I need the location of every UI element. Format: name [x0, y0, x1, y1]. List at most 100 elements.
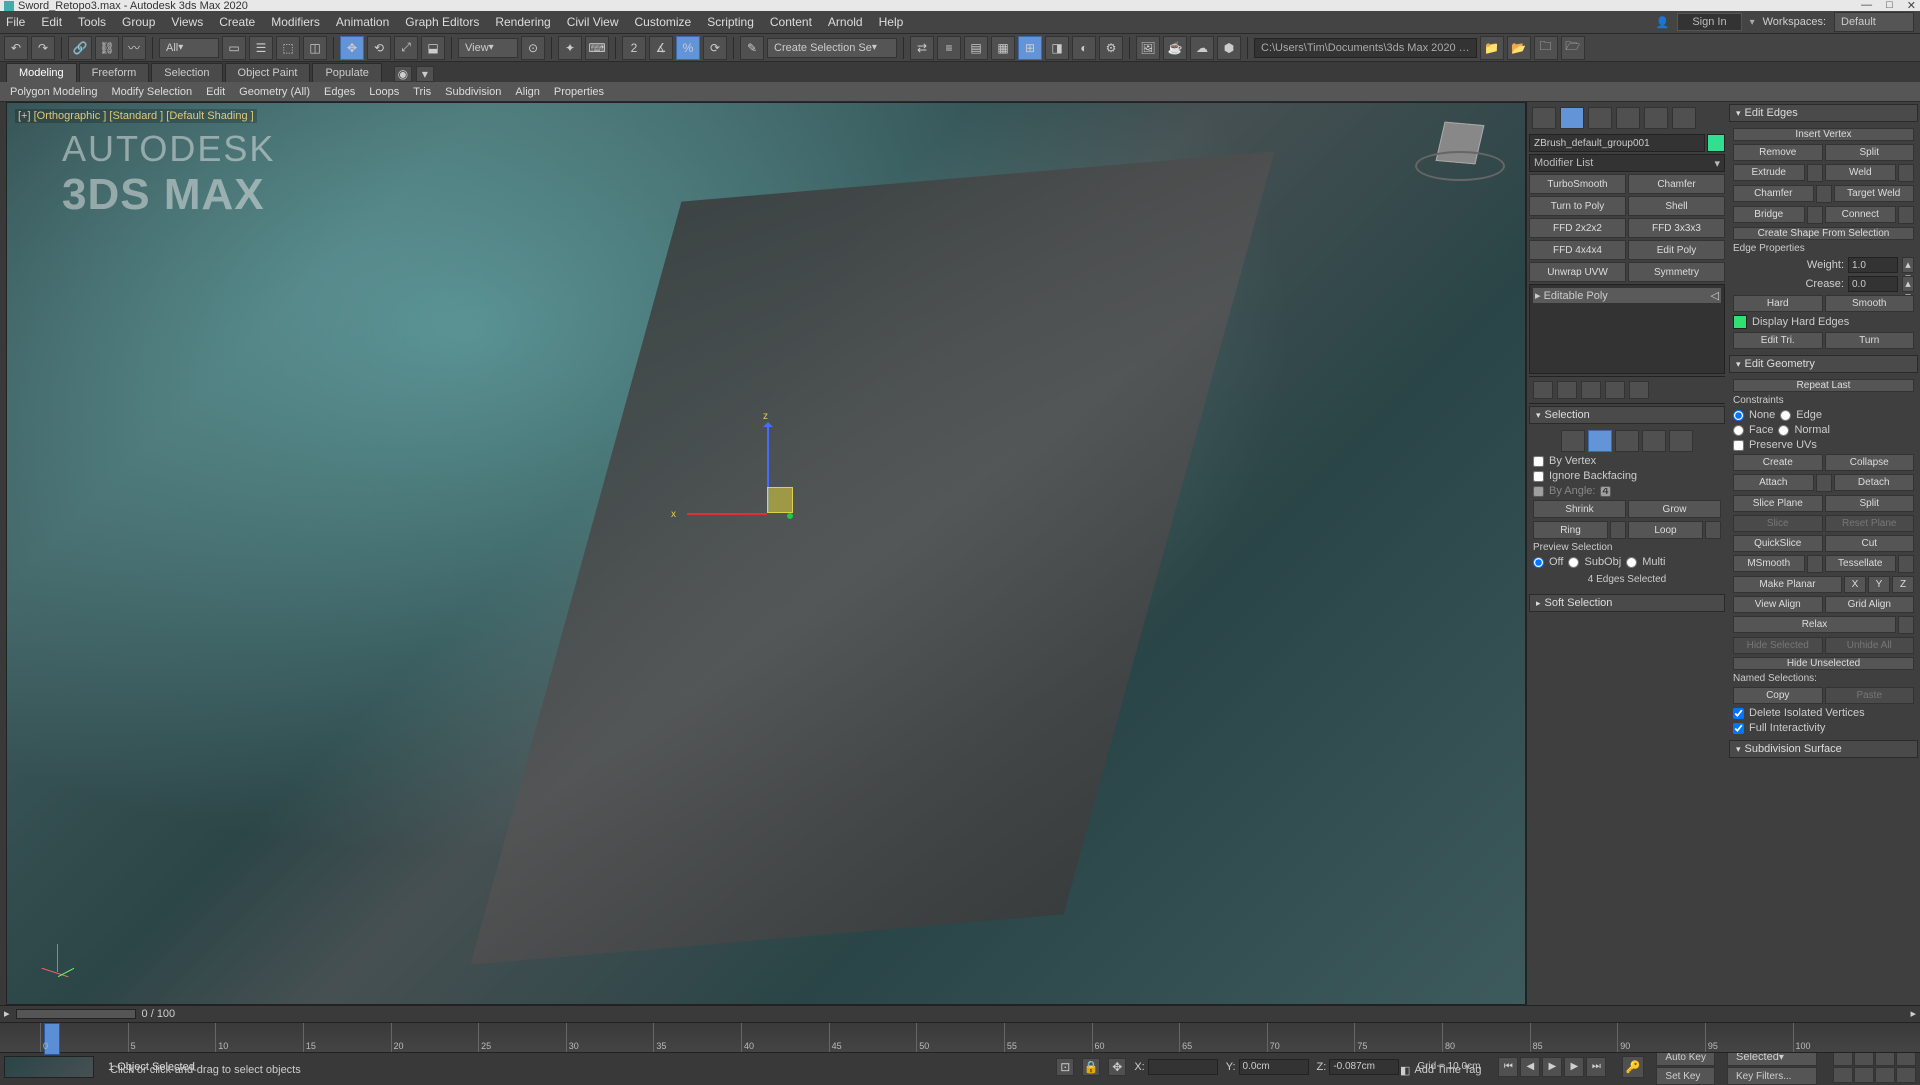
viewcube[interactable] — [1415, 123, 1505, 183]
loop-button[interactable]: Loop — [1628, 521, 1703, 539]
curve-editor-button[interactable]: ⊞ — [1018, 36, 1042, 60]
subobj-element-icon[interactable] — [1669, 430, 1693, 452]
target-weld-button[interactable]: Target Weld — [1834, 185, 1915, 202]
ribbon-sub-tris[interactable]: Tris — [413, 86, 431, 98]
mod-symmetry[interactable]: Symmetry — [1628, 262, 1725, 282]
workspaces-dropdown[interactable]: Default — [1834, 12, 1914, 32]
menu-civil-view[interactable]: Civil View — [567, 15, 619, 29]
trackbar-slider[interactable] — [16, 1009, 136, 1019]
select-manipulate-button[interactable]: ✦ — [558, 36, 582, 60]
create-shape-button[interactable]: Create Shape From Selection — [1733, 227, 1914, 240]
trackbar-scroll-right-icon[interactable]: ▸ — [1910, 1007, 1916, 1020]
ribbon-tab-freeform[interactable]: Freeform — [79, 63, 150, 82]
relax-button[interactable]: Relax — [1733, 616, 1896, 633]
by-angle-spinner[interactable] — [1600, 486, 1611, 497]
msmooth-settings-icon[interactable] — [1807, 555, 1823, 573]
preview-off-radio[interactable] — [1533, 557, 1544, 568]
modifier-stack[interactable]: ▸ Editable Poly◁ — [1529, 284, 1725, 374]
configure-modifier-icon[interactable] — [1629, 381, 1649, 399]
view-align-button[interactable]: View Align — [1733, 596, 1823, 613]
ribbon-sub-edges[interactable]: Edges — [324, 86, 355, 98]
attach-button[interactable]: Attach — [1733, 474, 1814, 491]
preview-subobj-radio[interactable] — [1568, 557, 1579, 568]
snap-angle-button[interactable]: ∡ — [649, 36, 673, 60]
edit-tri-button[interactable]: Edit Tri. — [1733, 332, 1823, 349]
by-angle-checkbox[interactable] — [1533, 486, 1544, 497]
remove-button[interactable]: Remove — [1733, 144, 1823, 161]
subobj-edge-icon[interactable] — [1588, 430, 1612, 452]
snap-percent-button[interactable]: % — [676, 36, 700, 60]
trackbar-toggle-icon[interactable]: ▸ — [4, 1007, 10, 1020]
paste-named-sel-button[interactable]: Paste — [1825, 687, 1915, 704]
menu-views[interactable]: Views — [171, 15, 203, 29]
constraint-normal-radio[interactable] — [1778, 425, 1789, 436]
constraint-edge-radio[interactable] — [1780, 410, 1791, 421]
select-and-move-button[interactable]: ✥ — [340, 36, 364, 60]
split-geom-button[interactable]: Split — [1825, 495, 1915, 512]
subobj-vertex-icon[interactable] — [1561, 430, 1585, 452]
reset-plane-button[interactable]: Reset Plane — [1825, 515, 1915, 532]
ribbon-sub-loops[interactable]: Loops — [369, 86, 399, 98]
repeat-last-button[interactable]: Repeat Last — [1733, 379, 1914, 392]
ribbon-sub-geometry-all[interactable]: Geometry (All) — [239, 86, 310, 98]
selection-filter-dropdown[interactable]: All ▾ — [159, 38, 219, 58]
ribbon-sub-properties[interactable]: Properties — [554, 86, 604, 98]
connect-settings-icon[interactable] — [1898, 206, 1914, 224]
redo-button[interactable]: ↷ — [31, 36, 55, 60]
time-ruler[interactable]: 0510152025303540455055606570758085909510… — [0, 1022, 1920, 1053]
quickslice-button[interactable]: QuickSlice — [1733, 535, 1823, 552]
select-object-button[interactable]: ▭ — [222, 36, 246, 60]
hard-button[interactable]: Hard — [1733, 295, 1823, 312]
modifier-list-dropdown[interactable]: Modifier List▾ — [1529, 154, 1725, 172]
slice-button[interactable]: Slice — [1733, 515, 1823, 532]
mod-turn-to-poly[interactable]: Turn to Poly — [1529, 196, 1626, 216]
crease-spinner-buttons[interactable]: ▴▾ — [1902, 276, 1914, 292]
render-production-button[interactable]: ☕ — [1163, 36, 1187, 60]
unhide-all-button[interactable]: Unhide All — [1825, 637, 1915, 654]
project-folder-3[interactable]: 🗀 — [1534, 36, 1558, 60]
project-folder-4[interactable]: 🗁 — [1561, 36, 1585, 60]
ribbon-tab-selection[interactable]: Selection — [151, 63, 222, 82]
project-path-field[interactable]: C:\Users\Tim\Documents\3ds Max 2020 … — [1254, 38, 1477, 58]
rollout-subdivision-surface-header[interactable]: ▾Subdivision Surface — [1729, 740, 1918, 758]
tab-motion-icon[interactable] — [1616, 107, 1640, 129]
close-button[interactable]: ✕ — [1907, 0, 1916, 12]
smooth-button[interactable]: Smooth — [1825, 295, 1915, 312]
unlink-button[interactable]: ⛓ — [95, 36, 119, 60]
menu-content[interactable]: Content — [770, 15, 812, 29]
project-folder-2[interactable]: 📂 — [1507, 36, 1531, 60]
ribbon-minimize-icon[interactable]: ▾ — [416, 66, 434, 82]
chamfer-button[interactable]: Chamfer — [1733, 185, 1814, 202]
object-color-swatch[interactable] — [1707, 134, 1725, 152]
tessellate-button[interactable]: Tessellate — [1825, 555, 1897, 572]
hide-selected-button[interactable]: Hide Selected — [1733, 637, 1823, 654]
ribbon-tab-modeling[interactable]: Modeling — [6, 63, 77, 82]
mod-unwrap-uvw[interactable]: Unwrap UVW — [1529, 262, 1626, 282]
ribbon-tab-populate[interactable]: Populate — [312, 63, 381, 82]
mod-turbosmooth[interactable]: TurboSmooth — [1529, 174, 1626, 194]
grid-align-button[interactable]: Grid Align — [1825, 596, 1915, 613]
menu-graph-editors[interactable]: Graph Editors — [405, 15, 479, 29]
shrink-button[interactable]: Shrink — [1533, 500, 1626, 518]
menu-customize[interactable]: Customize — [635, 15, 692, 29]
rollout-edit-edges-header[interactable]: ▾Edit Edges — [1729, 104, 1918, 122]
align-button[interactable]: ≡ — [937, 36, 961, 60]
script-listener-icon[interactable]: ◧ — [1400, 1064, 1410, 1077]
menu-modifiers[interactable]: Modifiers — [271, 15, 320, 29]
tab-display-icon[interactable] — [1644, 107, 1668, 129]
crease-spinner[interactable] — [1848, 276, 1898, 292]
ribbon-expand-icon[interactable]: ◉ — [394, 66, 412, 82]
copy-named-sel-button[interactable]: Copy — [1733, 687, 1823, 704]
window-crossing-button[interactable]: ◫ — [303, 36, 327, 60]
planar-x-button[interactable]: X — [1844, 576, 1866, 593]
make-unique-icon[interactable] — [1581, 381, 1601, 399]
spinner-snap-button[interactable]: ⟳ — [703, 36, 727, 60]
menu-help[interactable]: Help — [879, 15, 904, 29]
show-end-result-icon[interactable] — [1557, 381, 1577, 399]
constraint-none-radio[interactable] — [1733, 410, 1744, 421]
attach-list-icon[interactable] — [1816, 474, 1832, 492]
hard-edge-color-swatch[interactable] — [1733, 315, 1747, 329]
maximize-button[interactable]: □ — [1886, 0, 1893, 12]
named-selection-dropdown[interactable]: Create Selection Se ▾ — [767, 38, 897, 58]
by-vertex-checkbox[interactable] — [1533, 456, 1544, 467]
